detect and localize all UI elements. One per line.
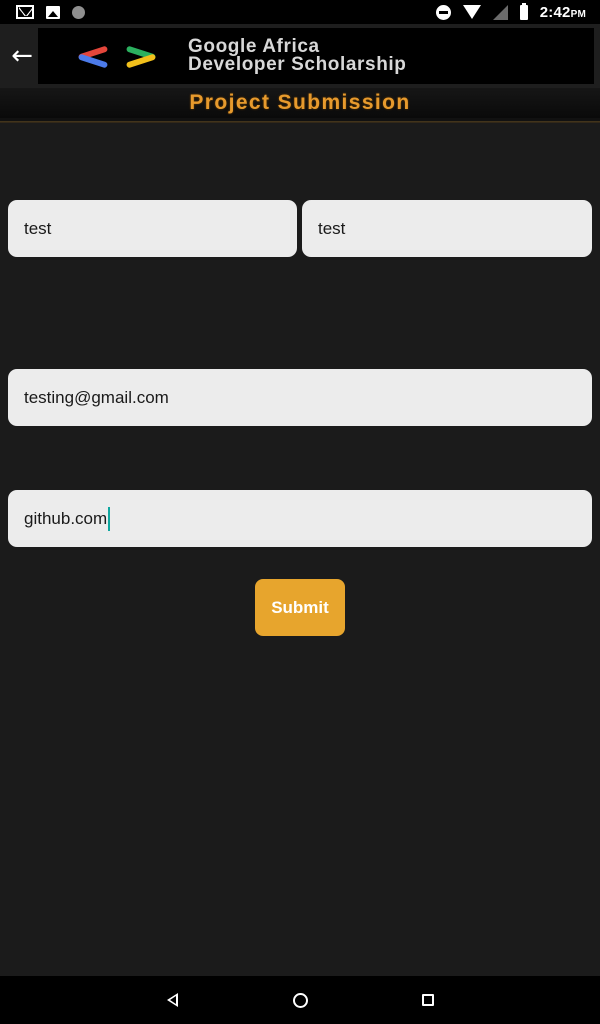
back-button[interactable]: ← xyxy=(8,40,36,72)
clock-ampm: PM xyxy=(570,8,586,20)
gmail-icon xyxy=(16,5,34,19)
nav-back-button[interactable] xyxy=(160,988,184,1012)
page-title: Project Submission xyxy=(189,91,411,114)
status-bar: 2:42PM xyxy=(0,0,600,24)
navigation-bar xyxy=(0,976,600,1024)
first-name-field[interactable]: test xyxy=(8,200,297,257)
nav-recents-button[interactable] xyxy=(416,988,440,1012)
arrow-back-icon: ← xyxy=(11,41,33,71)
screen: 2:42PM ← Google Africa Developer Scholar… xyxy=(0,0,600,1024)
email-value: testing@gmail.com xyxy=(24,387,169,407)
photo-icon xyxy=(46,5,60,19)
nav-home-button[interactable] xyxy=(288,988,312,1012)
banner-line-2: Developer Scholarship xyxy=(188,54,407,75)
do-not-disturb-icon xyxy=(435,4,451,20)
no-signal-icon xyxy=(492,4,508,20)
last-name-field[interactable]: test xyxy=(302,200,592,257)
nav-home-icon xyxy=(292,992,308,1008)
status-left xyxy=(16,5,85,19)
clock-time: 2:42 xyxy=(539,3,571,21)
wifi-icon xyxy=(462,5,481,19)
nav-back-icon xyxy=(166,993,178,1007)
text-cursor xyxy=(108,506,111,531)
circle-notification-icon xyxy=(72,5,85,19)
github-link-field[interactable]: github.com xyxy=(8,490,592,547)
banner-title: Google Africa Developer Scholarship xyxy=(188,37,407,75)
github-link-value: github.com xyxy=(24,508,108,528)
banner-logo: Google Africa Developer Scholarship xyxy=(38,28,594,84)
subtitle-banner: Project Submission xyxy=(0,88,600,118)
nav-recents-icon xyxy=(422,994,434,1006)
divider xyxy=(0,118,600,128)
first-name-value: test xyxy=(24,218,52,238)
battery-icon xyxy=(519,2,528,20)
last-name-value: test xyxy=(318,218,346,238)
status-right: 2:42PM xyxy=(435,2,586,21)
submit-label: Submit xyxy=(271,597,329,617)
code-brackets-icon xyxy=(38,28,188,84)
email-field[interactable]: testing@gmail.com xyxy=(8,369,592,426)
submit-button[interactable]: Submit xyxy=(255,579,345,636)
app-bar: ← Google Africa Developer Scholarship xyxy=(0,24,600,88)
clock: 2:42PM xyxy=(540,4,586,21)
